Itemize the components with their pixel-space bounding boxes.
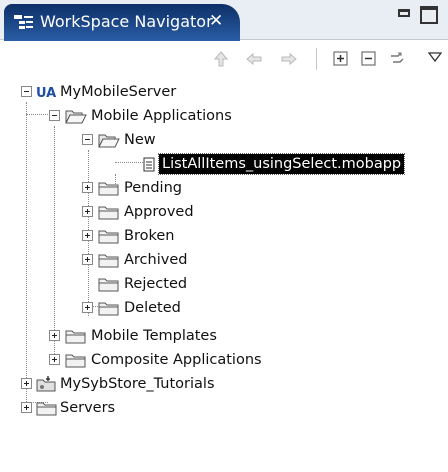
tree-item-label: Composite Applications bbox=[91, 352, 262, 368]
toolbar-separator bbox=[316, 48, 317, 70]
expand-toggle[interactable] bbox=[49, 330, 60, 341]
collapse-toggle[interactable] bbox=[21, 86, 32, 97]
tree-item-new[interactable]: New bbox=[0, 128, 448, 152]
tree-item-label: Mobile Templates bbox=[91, 328, 217, 344]
tree-item-label: Archived bbox=[124, 252, 188, 268]
folder-open-icon bbox=[65, 107, 87, 125]
tree-item-label: Servers bbox=[60, 400, 116, 416]
tree-item-rejected[interactable]: Rejected bbox=[0, 272, 448, 296]
collapse-toggle[interactable] bbox=[49, 110, 60, 121]
folder-open-icon bbox=[98, 131, 120, 149]
folder-icon bbox=[98, 299, 120, 317]
navigator-tree: UA MyMobileServer Mobile Applications Ne… bbox=[0, 80, 448, 472]
tree-item-store-project[interactable]: MySybStore_Tutorials bbox=[0, 372, 448, 396]
back-arrow-icon[interactable] bbox=[245, 50, 263, 68]
folder-icon bbox=[98, 203, 120, 221]
forward-arrow-icon[interactable] bbox=[280, 50, 298, 68]
tree-item-label: MyMobileServer bbox=[60, 84, 177, 100]
tree-item-label: Rejected bbox=[124, 276, 188, 292]
view-title: WorkSpace Navigator bbox=[40, 12, 213, 31]
expand-toggle[interactable] bbox=[49, 354, 60, 365]
tree-item-label: MySybStore_Tutorials bbox=[60, 376, 215, 392]
collapse-toggle[interactable] bbox=[82, 134, 93, 145]
folder-icon bbox=[98, 275, 120, 293]
link-with-editor-icon[interactable] bbox=[388, 50, 406, 68]
tree-item-label-selected: ListAllItems_usingSelect.mobapp bbox=[157, 153, 406, 175]
tree-item-mobile-applications[interactable]: Mobile Applications bbox=[0, 104, 448, 128]
folder-icon bbox=[98, 179, 120, 197]
server-icon: UA bbox=[36, 83, 58, 101]
tree-item-label: New bbox=[124, 132, 156, 148]
svg-text:UA: UA bbox=[36, 86, 56, 101]
view-toolbar bbox=[0, 42, 448, 74]
tree-item-composite-applications[interactable]: Composite Applications bbox=[0, 348, 448, 372]
view-tab-bar: WorkSpace Navigator ✕ bbox=[0, 0, 448, 41]
expand-toggle[interactable] bbox=[21, 378, 32, 389]
tree-item-mobile-templates[interactable]: Mobile Templates bbox=[0, 324, 448, 348]
up-arrow-icon[interactable] bbox=[212, 50, 230, 68]
expand-toggle[interactable] bbox=[82, 302, 93, 313]
collapse-all-icon[interactable] bbox=[360, 50, 378, 68]
tree-item-selected-file[interactable]: ListAllItems_usingSelect.mobapp bbox=[0, 152, 448, 176]
expand-toggle[interactable] bbox=[21, 402, 32, 413]
workspace-navigator-view: WorkSpace Navigator ✕ UA MyMobileServer … bbox=[0, 0, 448, 472]
folder-icon bbox=[36, 399, 58, 417]
expand-toggle[interactable] bbox=[82, 182, 93, 193]
file-icon bbox=[142, 155, 156, 173]
expand-toggle[interactable] bbox=[82, 230, 93, 241]
tree-item-label: Mobile Applications bbox=[91, 108, 232, 124]
tree-item-archived[interactable]: Archived bbox=[0, 248, 448, 272]
tree-item-label: Pending bbox=[124, 180, 182, 196]
minimize-button[interactable] bbox=[398, 9, 410, 17]
navigator-icon bbox=[14, 15, 34, 30]
project-icon bbox=[36, 375, 58, 393]
tree-item-server[interactable]: UA MyMobileServer bbox=[0, 80, 448, 104]
expand-all-icon[interactable] bbox=[332, 50, 350, 68]
close-icon[interactable]: ✕ bbox=[209, 11, 223, 31]
tree-item-label: Approved bbox=[124, 204, 194, 220]
tree-item-label: Deleted bbox=[124, 300, 181, 316]
folder-icon bbox=[65, 327, 87, 345]
folder-icon bbox=[98, 227, 120, 245]
tree-item-label: Broken bbox=[124, 228, 175, 244]
folder-icon bbox=[98, 251, 120, 269]
folder-icon bbox=[65, 351, 87, 369]
tree-item-approved[interactable]: Approved bbox=[0, 200, 448, 224]
expand-toggle[interactable] bbox=[82, 206, 93, 217]
expand-toggle[interactable] bbox=[82, 254, 93, 265]
tree-item-servers[interactable]: Servers bbox=[0, 396, 448, 420]
tree-item-pending[interactable]: Pending bbox=[0, 176, 448, 200]
tree-item-broken[interactable]: Broken bbox=[0, 224, 448, 248]
tree-item-deleted[interactable]: Deleted bbox=[0, 296, 448, 320]
view-tab[interactable]: WorkSpace Navigator ✕ bbox=[4, 4, 240, 41]
maximize-button[interactable] bbox=[420, 6, 438, 24]
view-menu-icon[interactable] bbox=[427, 51, 443, 63]
